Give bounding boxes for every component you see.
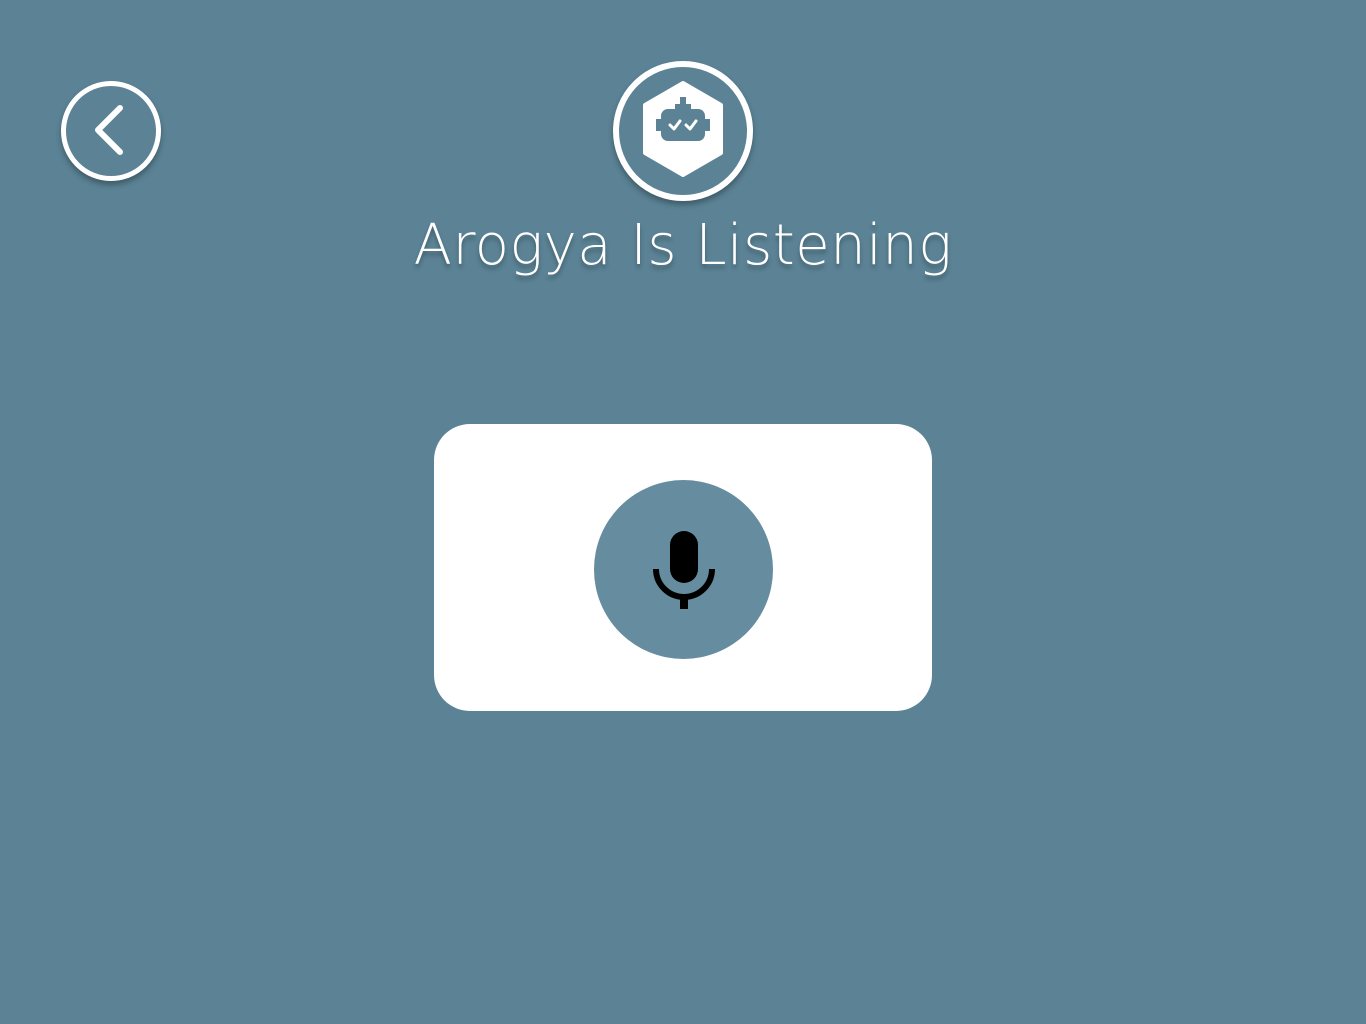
back-button[interactable]	[61, 81, 161, 181]
page-title: Arogya Is Listening	[413, 213, 953, 278]
arogya-logo	[613, 61, 753, 201]
chevron-left-icon	[95, 105, 123, 155]
listening-screen: Arogya Is Listening	[0, 0, 1366, 1024]
microphone-icon	[652, 530, 715, 609]
robot-hexagon-icon	[643, 81, 723, 177]
microphone-button[interactable]	[594, 480, 773, 659]
voice-input-card	[434, 424, 932, 711]
